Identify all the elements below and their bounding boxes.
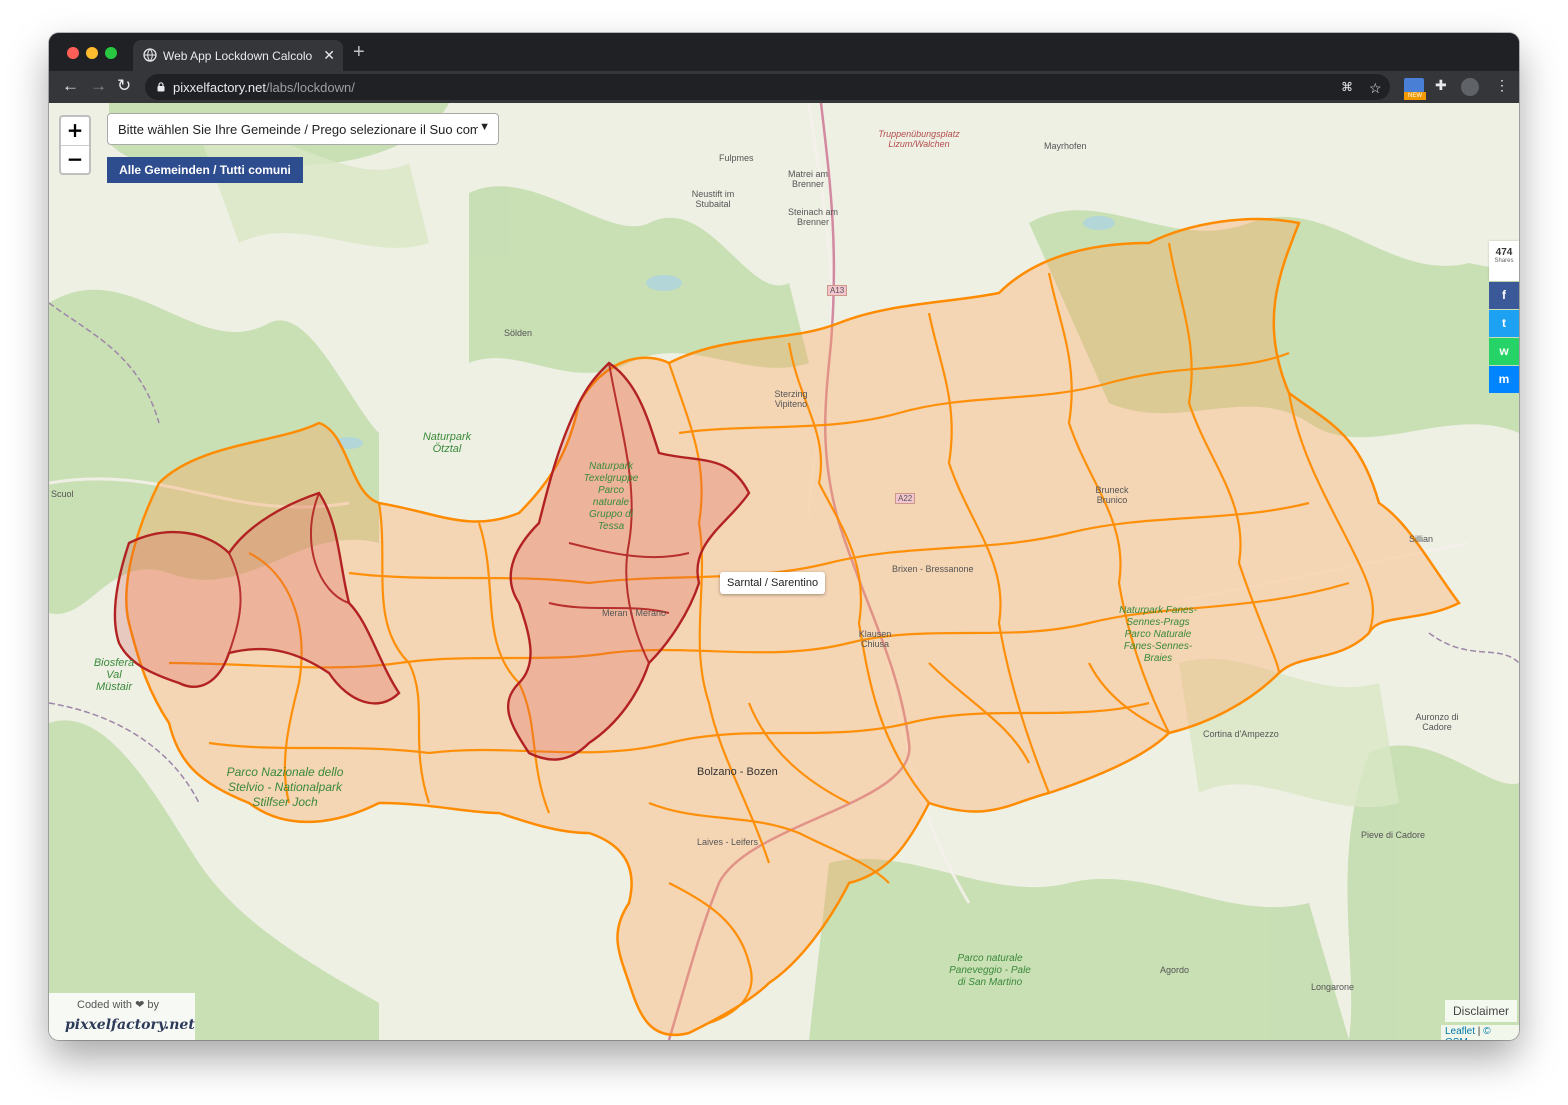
label-a13: A13 xyxy=(827,285,848,296)
browser-toolbar: ← → ↻ pixxelfactory.net/labs/lockdown/ ⌘… xyxy=(49,71,1519,103)
label-fulpmes: Fulpmes xyxy=(719,153,754,163)
label-mayrhofen: Mayrhofen xyxy=(1044,141,1087,151)
url-domain: pixxelfactory.net xyxy=(173,80,266,95)
park-mustair: Biosfera Val Müstair xyxy=(93,657,135,693)
label-solden: Sölden xyxy=(504,328,533,338)
share-sidebar: 474 Shares f t w m xyxy=(1489,241,1519,393)
browser-window: Web App Lockdown Calcolo Ar ✕ + ← → ↻ pi… xyxy=(49,33,1519,1040)
extension-new-icon[interactable]: NEW xyxy=(1404,78,1426,100)
messenger-share-button[interactable]: m xyxy=(1489,366,1519,393)
address-bar[interactable]: pixxelfactory.net/labs/lockdown/ ⌘ ☆ xyxy=(145,74,1390,100)
coded-by-badge[interactable]: Coded with ❤ by pixxelfactory.net xyxy=(49,993,195,1040)
close-window-button[interactable] xyxy=(67,47,79,59)
park-stelvio: Parco Nazionale dello Stelvio - National… xyxy=(226,765,344,809)
translate-icon[interactable]: ⌘ xyxy=(1341,80,1353,94)
bookmark-star-icon[interactable]: ☆ xyxy=(1369,80,1382,97)
label-auronzo: Auronzo di Cadore xyxy=(1415,712,1459,732)
label-neustift: Neustift im Stubaital xyxy=(691,189,735,209)
twitter-share-button[interactable]: t xyxy=(1489,310,1519,337)
select-value: Bitte wählen Sie Ihre Gemeinde / Prego s… xyxy=(118,122,478,137)
chevron-down-icon: ▼ xyxy=(479,121,490,133)
map-view[interactable]: Sölden Fulpmes Mayrhofen Matrei am Brenn… xyxy=(49,103,1519,1040)
minimize-window-button[interactable] xyxy=(86,47,98,59)
url-text: pixxelfactory.net/labs/lockdown/ xyxy=(173,80,355,95)
puzzle-extensions-icon[interactable]: ✚ xyxy=(1435,77,1447,94)
reload-icon[interactable]: ↻ xyxy=(117,76,131,96)
zoom-control: + − xyxy=(59,115,91,175)
lock-icon xyxy=(157,82,165,92)
messenger-icon: m xyxy=(1498,372,1510,386)
globe-icon xyxy=(143,48,157,62)
label-bolzano: Bolzano - Bozen xyxy=(697,766,778,778)
map-attribution: Leaflet | © OSM xyxy=(1441,1025,1519,1040)
zoom-in-button[interactable]: + xyxy=(61,117,89,146)
back-icon[interactable]: ← xyxy=(62,76,79,96)
leaflet-link[interactable]: Leaflet xyxy=(1445,1026,1475,1037)
twitter-icon: t xyxy=(1502,316,1506,330)
label-matrei: Matrei am Brenner xyxy=(787,169,828,189)
label-bruneck: Bruneck Brunico xyxy=(1095,485,1129,505)
municipality-tooltip: Sarntal / Sarentino xyxy=(720,572,826,594)
share-count-label: Shares xyxy=(1494,258,1514,264)
tab-bar: Web App Lockdown Calcolo Ar ✕ + xyxy=(49,33,1519,71)
park-paneveggio: Parco naturale Paneveggio - Pale di San … xyxy=(949,953,1031,988)
browser-tab[interactable]: Web App Lockdown Calcolo Ar ✕ xyxy=(133,40,343,71)
maximize-window-button[interactable] xyxy=(105,47,117,59)
coded-with-text: Coded with ❤ by xyxy=(77,999,159,1011)
label-pieve: Pieve di Cadore xyxy=(1361,830,1426,840)
new-tab-button[interactable]: + xyxy=(353,42,365,62)
municipality-select[interactable]: Bitte wählen Sie Ihre Gemeinde / Prego s… xyxy=(107,113,499,145)
facebook-share-button[interactable]: f xyxy=(1489,282,1519,309)
park-fanes: Naturpark Fanes-Sennes-Prags Parco Natur… xyxy=(1119,605,1197,664)
close-tab-icon[interactable]: ✕ xyxy=(323,46,335,64)
whatsapp-share-button[interactable]: w xyxy=(1489,338,1519,365)
label-sterzing: Sterzing Vipiteno xyxy=(774,389,808,409)
disclaimer-button[interactable]: Disclaimer xyxy=(1445,1000,1517,1022)
label-laives: Laives - Leifers xyxy=(697,837,759,847)
park-otztal: Naturpark Ötztal xyxy=(422,431,472,455)
url-path: /labs/lockdown/ xyxy=(265,80,355,95)
label-agordo: Agordo xyxy=(1160,965,1190,975)
label-truppenuebungsplatz: Truppenübungsplatz Lizum/Walchen xyxy=(878,129,960,149)
zoom-out-button[interactable]: − xyxy=(61,146,89,174)
label-steinach: Steinach am Brenner xyxy=(787,207,839,227)
label-klausen: Klausen Chiusa xyxy=(858,629,892,649)
profile-avatar[interactable] xyxy=(1461,78,1479,96)
menu-kebab-icon[interactable]: ⋮ xyxy=(1495,77,1509,94)
label-brixen: Brixen - Bressanone xyxy=(892,564,974,574)
all-municipalities-button[interactable]: Alle Gemeinden / Tutti comuni xyxy=(107,157,303,183)
share-count: 474 Shares xyxy=(1489,241,1519,281)
brand-logo[interactable]: pixxelfactory.net xyxy=(65,1017,195,1033)
label-sillian: Sillian xyxy=(1409,534,1434,544)
forward-icon[interactable]: → xyxy=(90,76,107,96)
label-longarone: Longarone xyxy=(1311,982,1355,992)
label-meran: Meran - Merano xyxy=(602,608,667,618)
label-cortina: Cortina d'Ampezzo xyxy=(1203,729,1279,739)
park-texel: Naturpark Texelgruppe Parco naturale Gru… xyxy=(583,461,639,532)
tab-title: Web App Lockdown Calcolo Ar xyxy=(163,49,313,63)
share-count-number: 474 xyxy=(1495,247,1513,258)
label-scuol: Scuol xyxy=(51,489,74,499)
facebook-icon: f xyxy=(1502,288,1506,302)
label-a22: A22 xyxy=(895,493,916,504)
whatsapp-icon: w xyxy=(1499,344,1509,358)
